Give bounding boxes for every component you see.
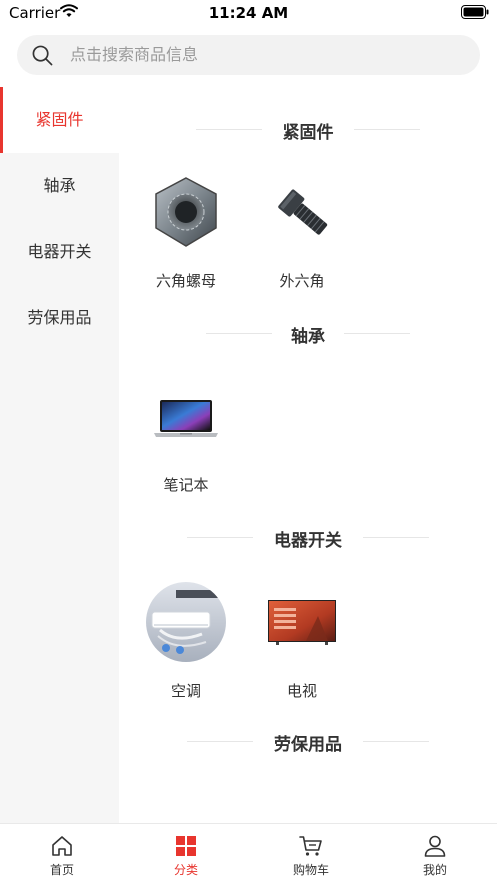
tab-label: 分类 — [173, 863, 198, 877]
sidebar-item-electrical-switches[interactable]: 电器开关 — [0, 219, 119, 285]
product-name: 空调 — [170, 682, 201, 700]
tv-image — [268, 600, 336, 645]
sidebar-item-label: 劳保用品 — [27, 308, 92, 327]
sidebar-item-label: 紧固件 — [35, 110, 84, 129]
tab-label: 购物车 — [292, 863, 329, 877]
tab-category[interactable]: 分类 — [124, 824, 248, 883]
battery-icon — [461, 5, 489, 19]
air-conditioner-image — [146, 582, 226, 662]
product-air-conditioner[interactable]: 空调 — [136, 582, 236, 701]
cart-icon — [299, 836, 322, 856]
category-icon — [176, 836, 196, 856]
status-bar: Carrier 11:24 AM — [0, 0, 497, 26]
tab-home[interactable]: 首页 — [0, 824, 124, 883]
sidebar-item-label: 轴承 — [43, 176, 76, 195]
category-sidebar: 紧固件 轴承 电器开关 劳保用品 — [0, 87, 119, 823]
section-title-fasteners: 紧固件 — [282, 123, 334, 143]
product-laptop[interactable]: 笔记本 — [136, 376, 236, 495]
sidebar-item-bearings[interactable]: 轴承 — [0, 153, 119, 219]
sidebar-item-safety-supplies[interactable]: 劳保用品 — [0, 285, 119, 351]
section-title-bearings: 轴承 — [291, 327, 325, 347]
active-indicator — [0, 87, 3, 153]
hex-nut-image — [155, 177, 217, 247]
product-name: 外六角 — [279, 272, 325, 290]
tab-profile[interactable]: 我的 — [373, 824, 497, 883]
product-name: 六角螺母 — [155, 272, 216, 290]
tab-label: 我的 — [422, 863, 447, 877]
tab-bar: 首页 分类 购物车 我的 — [0, 823, 497, 883]
search-placeholder[interactable]: 点击搜索商品信息 — [70, 45, 198, 65]
tab-cart[interactable]: 购物车 — [249, 824, 373, 883]
section-title-electrical-switches: 电器开关 — [274, 531, 342, 551]
product-name: 笔记本 — [163, 476, 209, 494]
hex-bolt-image — [278, 189, 328, 235]
search-bar[interactable]: 点击搜索商品信息 — [17, 35, 480, 75]
product-hex-nut[interactable]: 六角螺母 — [136, 172, 236, 291]
section-title-safety-supplies: 劳保用品 — [274, 735, 342, 755]
sidebar-item-label: 电器开关 — [27, 242, 92, 261]
status-time: 11:24 AM — [208, 4, 289, 22]
laptop-image — [154, 400, 218, 437]
tab-label: 首页 — [49, 863, 74, 877]
sidebar-item-fasteners[interactable]: 紧固件 — [0, 87, 119, 153]
home-icon — [52, 836, 72, 856]
product-tv[interactable]: 电视 — [252, 582, 352, 701]
product-hex-bolt[interactable]: 外六角 — [252, 172, 352, 291]
product-name: 电视 — [286, 682, 317, 700]
profile-icon — [424, 835, 446, 857]
search-icon — [32, 45, 53, 66]
